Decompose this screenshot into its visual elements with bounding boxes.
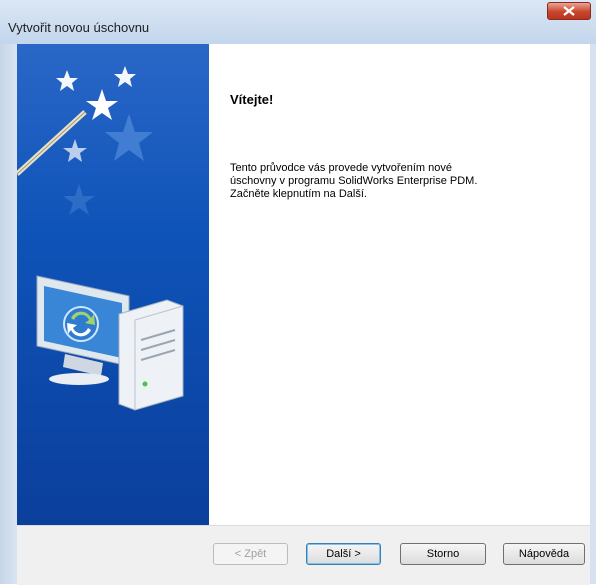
description-line: Začněte klepnutím na Další. — [230, 188, 367, 200]
help-button[interactable]: Nápověda — [503, 543, 585, 565]
wizard-banner — [17, 44, 209, 525]
window-frame-right — [590, 44, 596, 584]
window-frame-left — [0, 44, 17, 584]
wizard-content: Vítejte! Tento průvodce vás provede vytv… — [209, 44, 590, 525]
banner-art — [17, 66, 184, 411]
cancel-button[interactable]: Storno — [400, 543, 486, 565]
button-bar: < Zpět Další > Storno Nápověda — [17, 525, 590, 585]
welcome-description: Tento průvodce vás provede vytvořením no… — [230, 162, 560, 201]
wizard-window: Vytvořit novou úschovnu Vítejte! Tento p… — [0, 0, 596, 585]
page-title: Vítejte! — [230, 92, 274, 107]
magic-wand-icon — [17, 66, 153, 215]
computer-sync-icon — [36, 275, 184, 411]
description-line: Tento průvodce vás provede vytvořením no… — [230, 162, 452, 174]
title-bar[interactable]: Vytvořit novou úschovnu — [0, 0, 596, 44]
next-button[interactable]: Další > — [306, 543, 381, 565]
back-button[interactable]: < Zpět — [213, 543, 288, 565]
description-line: úschovny v programu SolidWorks Enterpris… — [230, 175, 478, 187]
window-title: Vytvořit novou úschovnu — [8, 20, 150, 35]
close-button[interactable] — [547, 2, 591, 20]
close-icon — [563, 6, 575, 16]
